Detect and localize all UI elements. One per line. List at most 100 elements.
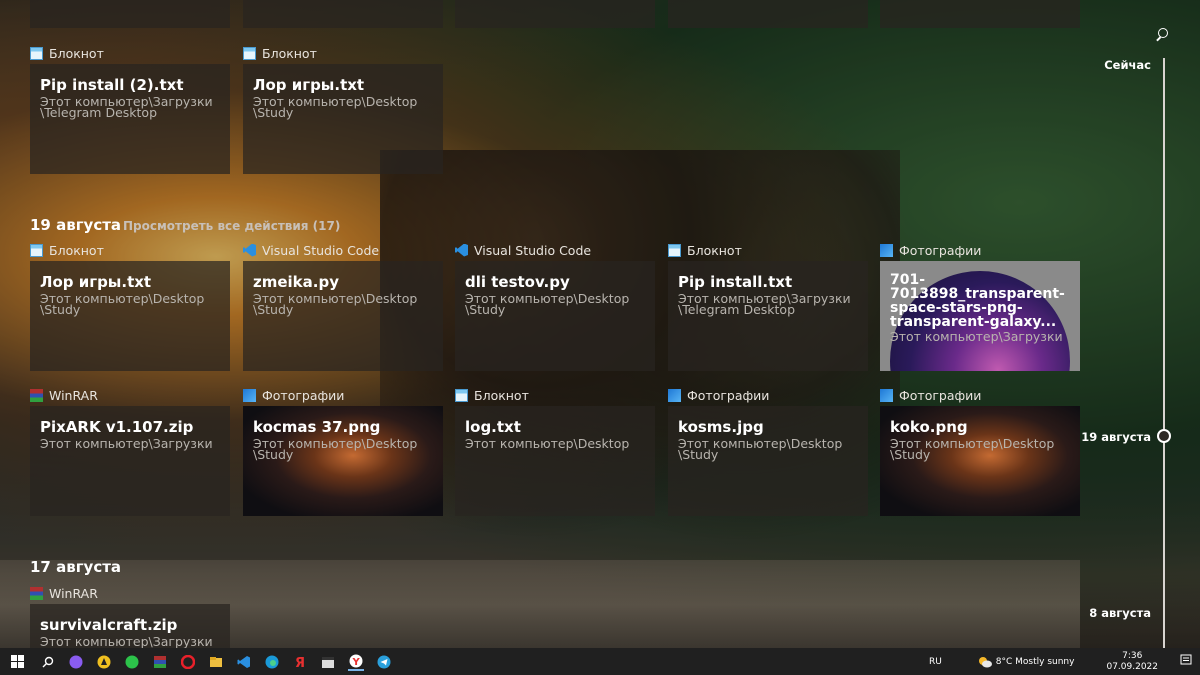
card-path: Этот компьютер\Desktop \Study xyxy=(253,291,418,317)
vscode-icon xyxy=(455,243,468,257)
sun-cloud-icon xyxy=(978,656,992,667)
app-label: Блокнот xyxy=(243,45,317,61)
photos-icon xyxy=(668,388,681,402)
app-label: Фотографии xyxy=(880,242,981,258)
activity-card[interactable]: zmeika.py Этот компьютер\Desktop \Study xyxy=(243,261,443,371)
yandex-icon[interactable]: Я xyxy=(292,654,308,670)
activity-card[interactable]: PixARK v1.107.zip Этот компьютер\Загрузк… xyxy=(30,406,230,516)
app-label: Блокнот xyxy=(30,45,104,61)
card-path: Этот компьютер\Desktop \Study xyxy=(253,436,418,462)
card-title: PixARK v1.107.zip xyxy=(40,418,194,436)
notification-icon[interactable] xyxy=(1180,654,1192,669)
card-path: Этот компьютер\Desktop \Study xyxy=(465,291,630,317)
file-explorer-icon[interactable] xyxy=(208,654,224,670)
card-path: Этот компьютер\Desktop \Study xyxy=(40,291,205,317)
card-title: log.txt xyxy=(465,418,521,436)
app-label: Фотографии xyxy=(880,387,981,403)
card-title: dli testov.py xyxy=(465,273,570,291)
edge-icon[interactable] xyxy=(264,654,280,670)
card-path: Этот компьютер\Загрузки xyxy=(40,436,213,451)
activity-card-clipped[interactable] xyxy=(455,0,655,28)
day-heading: 17 августа xyxy=(30,558,122,576)
winrar-icon xyxy=(30,388,43,402)
activity-card[interactable]: 701-7013898_transparent-space-stars-png-… xyxy=(880,261,1080,371)
card-title: Pip install (2).txt xyxy=(40,76,184,94)
notepad-icon xyxy=(243,46,256,60)
yandex-browser-icon[interactable]: Y xyxy=(348,653,364,671)
card-title: Pip install.txt xyxy=(678,273,793,291)
activity-card-clipped[interactable] xyxy=(668,0,868,28)
clapperboard-icon[interactable] xyxy=(320,654,336,670)
card-title: Лор игры.txt xyxy=(253,76,365,94)
card-path: Этот компьютер\Загрузки xyxy=(40,634,213,648)
activity-card-clipped[interactable] xyxy=(30,0,230,28)
timeline-label-now[interactable]: Сейчас xyxy=(1090,58,1151,72)
clock[interactable]: 7:36 07.09.2022 xyxy=(1106,651,1158,673)
activity-card[interactable]: dli testov.py Этот компьютер\Desktop \St… xyxy=(455,261,655,371)
card-path: Этот компьютер\Desktop \Study xyxy=(890,436,1055,462)
card-title: kocmas 37.png xyxy=(253,418,381,436)
yandex-disk-icon[interactable] xyxy=(96,654,112,670)
vscode-taskbar-icon[interactable] xyxy=(236,654,252,670)
notepad-icon xyxy=(30,46,43,60)
see-all-activities-link[interactable]: Просмотреть все действия (17) xyxy=(123,219,340,233)
telegram-icon[interactable] xyxy=(376,654,392,670)
activity-card[interactable]: kosms.jpg Этот компьютер\Desktop \Study xyxy=(668,406,868,516)
card-title: Лор игры.txt xyxy=(40,273,152,291)
svg-text:Y: Y xyxy=(352,657,361,668)
card-title: koko.png xyxy=(890,418,968,436)
photos-icon xyxy=(880,243,893,257)
notepad-icon xyxy=(455,388,468,402)
card-path: Этот компьютер\Загрузки \Telegram Deskto… xyxy=(678,291,851,317)
activity-card-clipped[interactable] xyxy=(880,0,1080,28)
timeline-label-date[interactable]: 19 августа xyxy=(1080,430,1151,444)
search-icon[interactable] xyxy=(1155,28,1169,42)
app-label: Visual Studio Code xyxy=(455,242,591,258)
activity-card[interactable]: Pip install.txt Этот компьютер\Загрузки … xyxy=(668,261,868,371)
alice-assistant-icon[interactable] xyxy=(68,654,84,670)
app-label: Блокнот xyxy=(30,242,104,258)
activity-card[interactable]: log.txt Этот компьютер\Desktop xyxy=(455,406,655,516)
timeline-track[interactable] xyxy=(1163,58,1165,650)
windows-start-icon[interactable] xyxy=(11,655,24,668)
vscode-icon xyxy=(243,243,256,257)
card-title: kosms.jpg xyxy=(678,418,764,436)
notepad-icon xyxy=(30,243,43,257)
day-heading: 19 августа xyxy=(30,216,122,234)
card-path: Этот компьютер\Desktop \Study xyxy=(253,94,418,120)
app-label: Блокнот xyxy=(668,242,742,258)
timeline-thumb[interactable] xyxy=(1157,429,1171,443)
activity-card[interactable]: Лор игры.txt Этот компьютер\Desktop \Stu… xyxy=(243,64,443,174)
timeline-label-date[interactable]: 8 августа xyxy=(1080,606,1151,620)
activity-card[interactable]: Pip install (2).txt Этот компьютер\Загру… xyxy=(30,64,230,174)
photos-icon xyxy=(243,388,256,402)
system-tray: RU 8°C Mostly sunny 7:36 07.09.2022 xyxy=(929,648,1200,675)
activity-card[interactable]: kocmas 37.png Этот компьютер\Desktop \St… xyxy=(243,406,443,516)
language-indicator[interactable]: RU xyxy=(929,657,942,667)
photos-icon xyxy=(880,388,893,402)
winrar-icon xyxy=(30,586,43,600)
app-label: Фотографии xyxy=(243,387,344,403)
app-label: Visual Studio Code xyxy=(243,242,379,258)
winrar-taskbar-icon[interactable] xyxy=(152,654,168,670)
weather-widget[interactable]: 8°C Mostly sunny xyxy=(978,656,1074,668)
notepad-icon xyxy=(668,243,681,257)
card-title: survivalcraft.zip xyxy=(40,616,178,634)
search-icon[interactable] xyxy=(40,654,56,670)
app-label: WinRAR xyxy=(30,387,98,403)
activity-card[interactable]: Лор игры.txt Этот компьютер\Desktop \Stu… xyxy=(30,261,230,371)
activity-card[interactable]: survivalcraft.zip Этот компьютер\Загрузк… xyxy=(30,604,230,648)
app-label: WinRAR xyxy=(30,585,98,601)
taskbar: Я Y RU 8°C Mostly sunny 7:36 07.09.2022 xyxy=(0,648,1200,675)
card-path: Этот компьютер\Desktop xyxy=(465,436,630,451)
card-title: 701-7013898_transparent-space-stars-png-… xyxy=(890,273,1065,329)
activity-card[interactable]: koko.png Этот компьютер\Desktop \Study xyxy=(880,406,1080,516)
activity-card-clipped[interactable] xyxy=(243,0,443,28)
card-path: Этот компьютер\Загрузки \Telegram Deskto… xyxy=(40,94,213,120)
app-label: Фотографии xyxy=(668,387,769,403)
card-path: Этот компьютер\Desktop \Study xyxy=(678,436,843,462)
card-title: zmeika.py xyxy=(253,273,339,291)
app-label: Блокнот xyxy=(455,387,529,403)
opera-icon[interactable] xyxy=(180,654,196,670)
whatsapp-icon[interactable] xyxy=(124,654,140,670)
